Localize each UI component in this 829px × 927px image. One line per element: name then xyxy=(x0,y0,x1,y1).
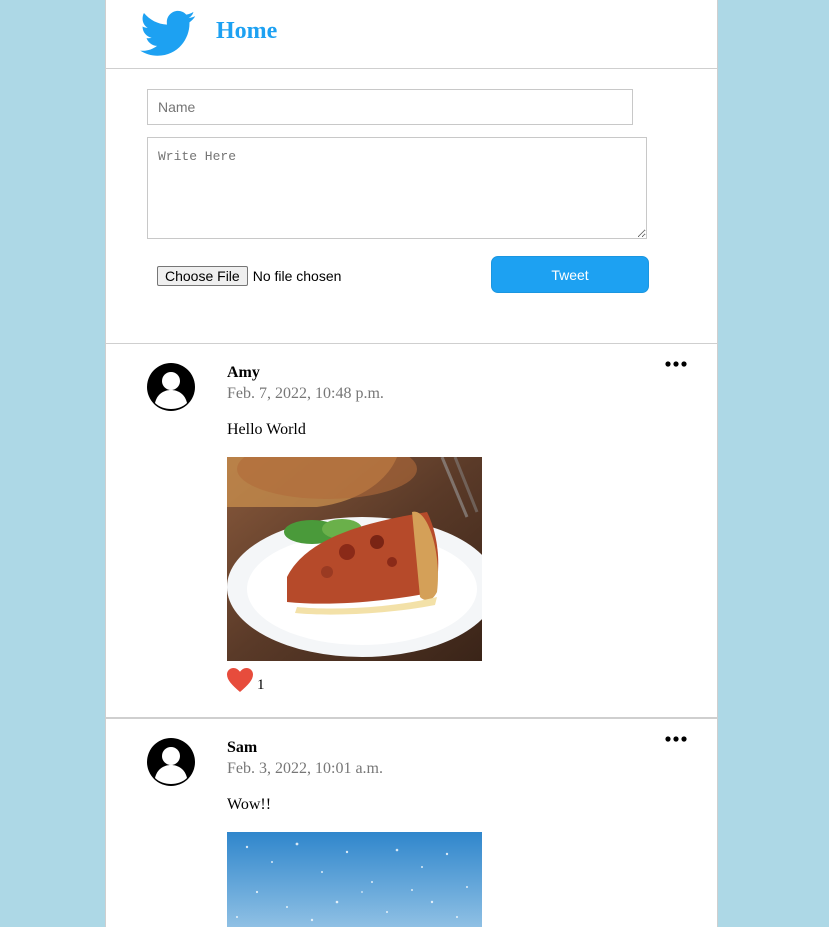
name-input[interactable] xyxy=(147,89,633,125)
file-status-text: No file chosen xyxy=(252,268,342,284)
tweet-post: Amy Feb. 7, 2022, 10:48 p.m. Hello World xyxy=(106,344,717,719)
post-text: Wow!! xyxy=(227,796,272,813)
choose-file-button[interactable]: Choose File xyxy=(157,266,248,286)
more-options-icon[interactable] xyxy=(665,733,687,745)
tweet-post: Sam Feb. 3, 2022, 10:01 a.m. Wow!! xyxy=(106,719,717,927)
post-author[interactable]: Amy xyxy=(227,364,260,382)
user-avatar-icon xyxy=(147,738,195,786)
snow-sky-photo[interactable] xyxy=(227,832,482,927)
like-area: 1 xyxy=(226,665,265,693)
like-count: 1 xyxy=(257,677,265,693)
file-upload: Choose File No file chosen xyxy=(157,265,341,287)
header: Home xyxy=(106,0,717,69)
page-title: Home xyxy=(216,18,278,44)
tweet-button[interactable]: Tweet xyxy=(491,256,649,293)
user-avatar-icon xyxy=(147,363,195,411)
post-author[interactable]: Sam xyxy=(227,739,257,757)
tweet-composer: Choose File No file chosen Tweet xyxy=(106,69,717,344)
post-date: Feb. 7, 2022, 10:48 p.m. xyxy=(227,385,384,402)
twitter-bird-icon[interactable] xyxy=(140,10,196,58)
heart-icon[interactable] xyxy=(226,667,254,693)
post-date: Feb. 3, 2022, 10:01 a.m. xyxy=(227,760,383,777)
feed-panel: Home Choose File No file chosen Tweet Am… xyxy=(105,0,718,927)
post-text: Hello World xyxy=(227,421,306,438)
more-options-icon[interactable] xyxy=(665,358,687,370)
tweet-textarea[interactable] xyxy=(147,137,647,239)
pizza-photo[interactable] xyxy=(227,457,482,661)
